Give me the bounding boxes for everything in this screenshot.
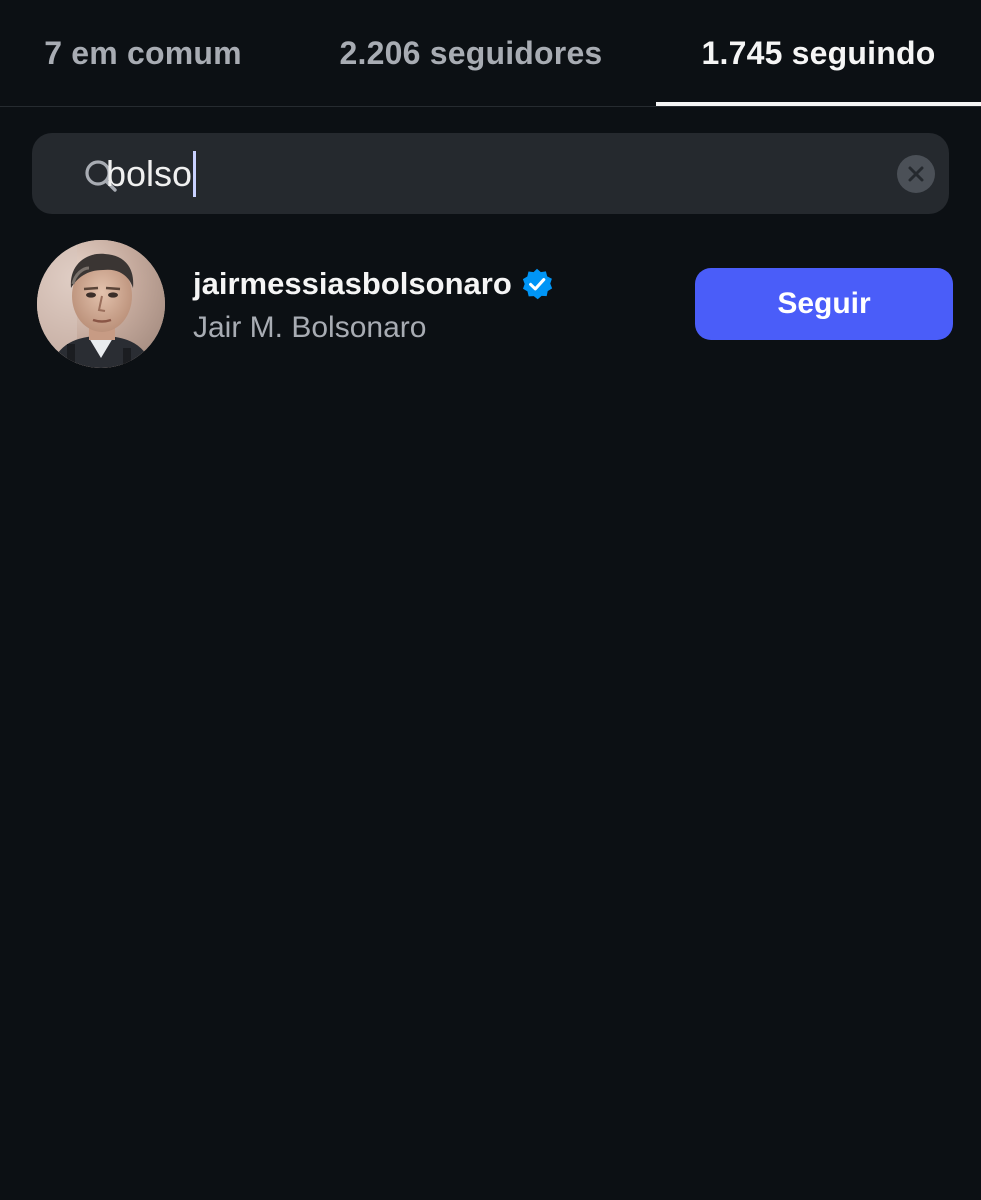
username-line: jairmessiasbolsonaro xyxy=(193,264,554,304)
username[interactable]: jairmessiasbolsonaro xyxy=(193,266,512,302)
tab-bar: 7 em comum 2.206 seguidores 1.745 seguin… xyxy=(0,0,981,107)
tab-in-common[interactable]: 7 em comum xyxy=(0,0,286,106)
clear-search-button[interactable] xyxy=(897,155,935,193)
avatar[interactable] xyxy=(37,240,165,368)
search-input[interactable]: bolso xyxy=(32,133,949,214)
list-item[interactable]: jairmessiasbolsonaro Jair M. Bolsonaro S… xyxy=(0,238,981,372)
active-tab-indicator xyxy=(656,102,981,106)
search-value: bolso xyxy=(106,151,197,197)
profile-photo xyxy=(37,240,165,368)
tab-label: 7 em comum xyxy=(44,34,242,71)
tab-followers[interactable]: 2.206 seguidores xyxy=(286,0,656,106)
verified-badge-icon xyxy=(522,268,552,300)
tab-following[interactable]: 1.745 seguindo xyxy=(656,0,981,106)
tab-label: 1.745 seguindo xyxy=(701,34,936,71)
clear-icon xyxy=(908,166,924,182)
text-caret xyxy=(193,151,197,197)
tab-label: 2.206 seguidores xyxy=(339,34,603,71)
full-name: Jair M. Bolsonaro xyxy=(193,311,427,344)
follow-button[interactable]: Seguir xyxy=(695,268,953,340)
search-text: bolso xyxy=(106,153,193,194)
following-screen: 7 em comum 2.206 seguidores 1.745 seguin… xyxy=(0,0,981,1200)
